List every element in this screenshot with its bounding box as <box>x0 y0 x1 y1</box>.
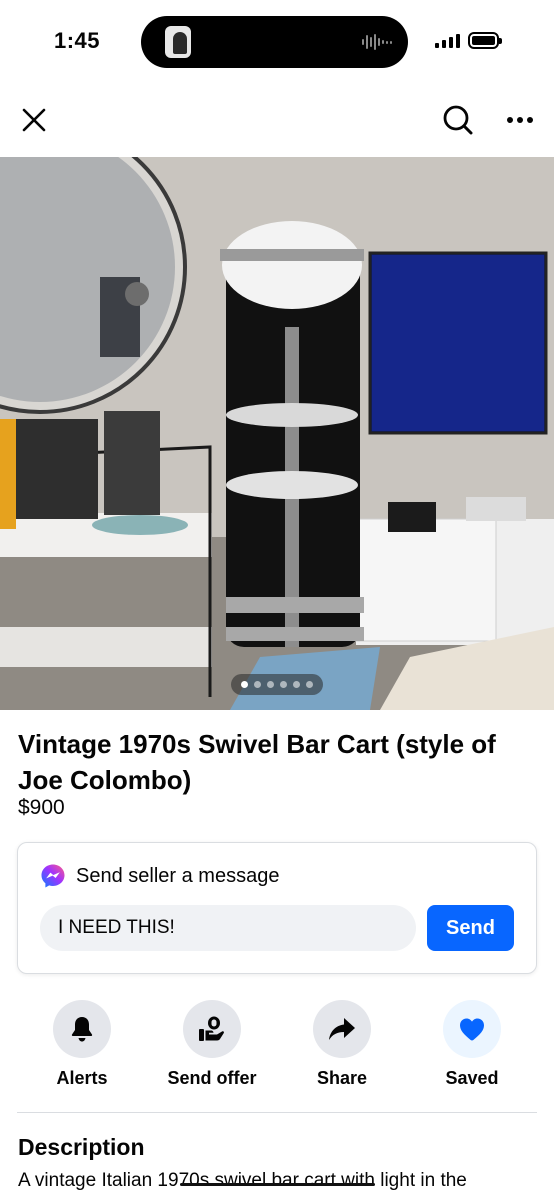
section-divider <box>17 1112 537 1113</box>
search-button[interactable] <box>436 98 480 142</box>
now-playing-thumbnail <box>165 26 191 58</box>
message-seller-card: Send seller a message Send <box>17 842 537 974</box>
saved-label: Saved <box>445 1068 499 1088</box>
photo-page-dot[interactable] <box>293 681 300 688</box>
send-offer-button[interactable]: Send offer <box>147 1000 277 1089</box>
share-label: Share <box>316 1068 368 1088</box>
listing-price: $900 <box>18 796 65 819</box>
saved-button[interactable]: Saved <box>407 1000 537 1089</box>
messenger-icon <box>41 864 65 888</box>
listing-title: Vintage 1970s Swivel Bar Cart (style of … <box>18 729 496 795</box>
alerts-label: Alerts <box>56 1068 108 1088</box>
more-icon <box>507 117 533 123</box>
share-button[interactable]: Share <box>277 1000 407 1089</box>
close-button[interactable] <box>12 98 56 142</box>
description-text: A vintage Italian 1970s swivel bar cart … <box>18 1170 467 1191</box>
listing-photo[interactable] <box>0 157 554 710</box>
photo-page-dot[interactable] <box>280 681 287 688</box>
photo-page-dot[interactable] <box>254 681 261 688</box>
share-icon <box>329 1018 355 1040</box>
photo-pagination-pill <box>231 674 323 695</box>
cellular-signal-icon <box>435 34 460 48</box>
close-icon <box>22 108 46 132</box>
message-input[interactable] <box>40 905 416 951</box>
send-offer-icon-circle <box>183 1000 241 1058</box>
search-icon <box>443 105 473 135</box>
description-strikethrough-mark <box>180 1183 375 1186</box>
offer-icon <box>199 1016 224 1041</box>
send-offer-label: Send offer <box>167 1068 257 1088</box>
status-bar: 1:45 <box>0 0 554 84</box>
more-options-button[interactable] <box>498 98 542 142</box>
status-time: 1:45 <box>54 28 101 53</box>
photo-page-dot[interactable] <box>241 681 248 688</box>
photo-pagination <box>0 674 554 695</box>
photo-page-dot[interactable] <box>306 681 313 688</box>
alerts-icon-circle <box>53 1000 111 1058</box>
share-icon-circle <box>313 1000 371 1058</box>
saved-icon-circle <box>443 1000 501 1058</box>
message-header: Send seller a message <box>40 863 279 889</box>
alerts-button[interactable]: Alerts <box>17 1000 147 1089</box>
description-heading: Description <box>18 1134 145 1160</box>
battery-icon <box>468 32 502 49</box>
action-bar: Alerts Send offer Share Saved <box>17 1000 537 1096</box>
dynamic-island[interactable] <box>141 16 408 68</box>
heart-icon <box>460 1018 484 1041</box>
send-message-button[interactable]: Send <box>427 905 514 951</box>
top-nav <box>0 90 554 150</box>
bar-cart-photo-illustration <box>0 157 554 710</box>
bell-icon <box>71 1017 93 1042</box>
message-card-title: Send seller a message <box>76 864 280 887</box>
audio-wave-icon <box>362 34 392 50</box>
photo-page-dot[interactable] <box>267 681 274 688</box>
